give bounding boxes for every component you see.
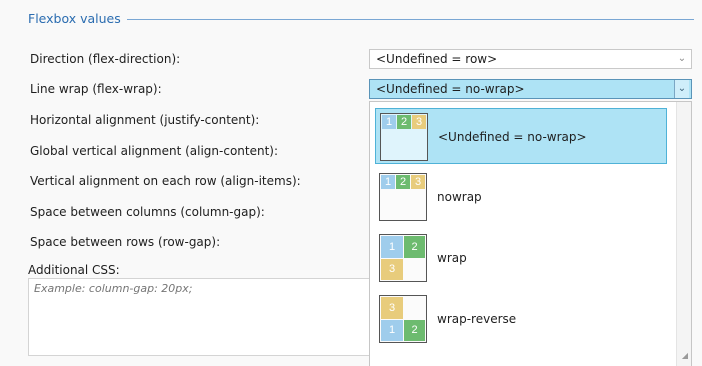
dropdown-option-undefined[interactable]: 1 2 3 <Undefined = no-wrap>	[375, 108, 667, 164]
flex-box-1: 1	[381, 175, 395, 189]
dropdown-option-label: nowrap	[437, 190, 482, 204]
flex-box-1: 1	[382, 115, 396, 129]
flex-box-3: 3	[411, 175, 425, 189]
wrap-label: Line wrap (flex-wrap):	[30, 82, 162, 96]
additional-css-input[interactable]	[28, 278, 373, 356]
dropdown-option-label: wrap	[437, 251, 467, 265]
flex-box-2: 2	[396, 175, 410, 189]
flex-box-3: 3	[381, 259, 403, 280]
flex-box-1: 1	[381, 236, 403, 258]
direction-select[interactable]: <Undefined = row> ⌄	[369, 49, 692, 69]
section-title: Flexbox values	[28, 11, 127, 26]
dropdown-scrollbar[interactable]: ◢	[676, 102, 691, 366]
dropdown-option-wrap-reverse[interactable]: 3 1 2 wrap-reverse	[375, 291, 667, 347]
align-items-label: Vertical alignment on each row (align-it…	[30, 174, 301, 188]
align-content-label: Global vertical alignment (align-content…	[30, 144, 279, 158]
chevron-down-icon[interactable]: ⌄	[675, 51, 689, 67]
flex-preview-thumbnail: 1 2 3	[379, 173, 427, 221]
flex-box-3: 3	[412, 115, 426, 129]
direction-label: Direction (flex-direction):	[30, 52, 181, 66]
flex-box-2: 2	[404, 236, 425, 258]
flex-preview-thumbnail: 1 2 3	[379, 234, 427, 282]
additional-css-label: Additional CSS:	[28, 263, 120, 277]
flex-box-2: 2	[397, 115, 411, 129]
flex-preview-thumbnail: 3 1 2	[379, 295, 427, 343]
dropdown-option-label: <Undefined = no-wrap>	[438, 130, 587, 144]
chevron-down-icon[interactable]: ⌄	[674, 80, 689, 98]
direction-select-value: <Undefined = row>	[376, 52, 498, 66]
section-divider	[112, 19, 694, 20]
justify-content-label: Horizontal alignment (justify-content):	[30, 113, 260, 127]
wrap-select-value: <Undefined = no-wrap>	[376, 82, 525, 96]
flex-preview-thumbnail: 1 2 3	[380, 113, 428, 161]
wrap-dropdown-list[interactable]: 1 2 3 <Undefined = no-wrap> 1 2 3 nowrap…	[369, 101, 692, 366]
wrap-select[interactable]: <Undefined = no-wrap> ⌄	[369, 79, 692, 99]
flex-box-1: 1	[381, 320, 403, 341]
dropdown-option-wrap[interactable]: 1 2 3 wrap	[375, 230, 667, 286]
row-gap-label: Space between rows (row-gap):	[30, 235, 221, 249]
column-gap-label: Space between columns (column-gap):	[30, 205, 265, 219]
flex-box-3: 3	[381, 297, 403, 319]
resize-grip-icon[interactable]: ◢	[682, 351, 688, 360]
flex-box-2: 2	[404, 320, 425, 341]
dropdown-option-nowrap[interactable]: 1 2 3 nowrap	[375, 169, 667, 225]
dropdown-option-label: wrap-reverse	[437, 312, 517, 326]
